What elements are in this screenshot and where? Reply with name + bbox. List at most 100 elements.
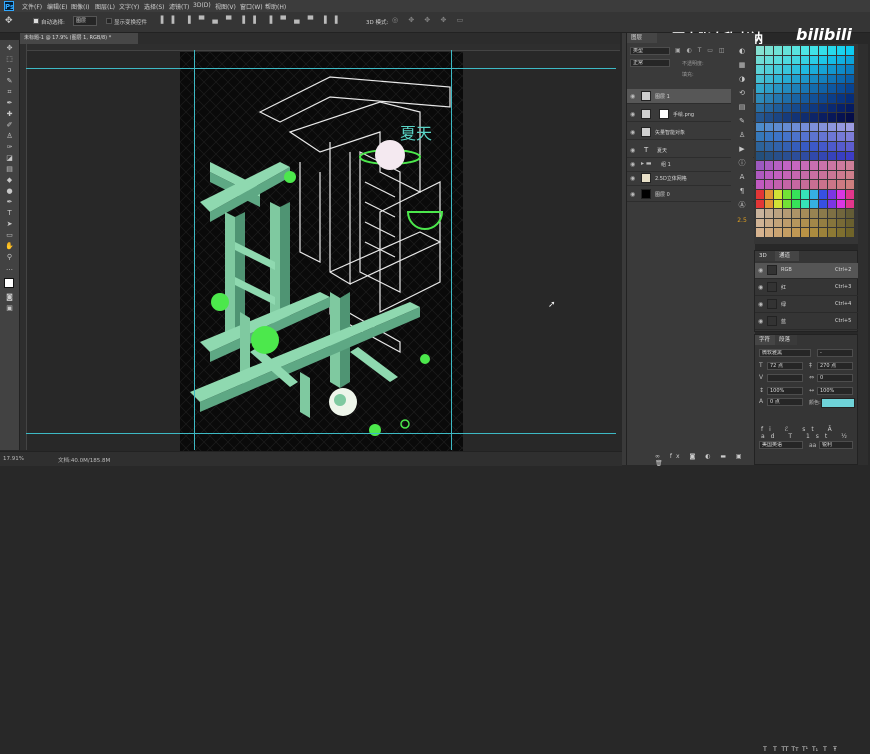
color-swatch[interactable] bbox=[756, 170, 764, 180]
color-swatch[interactable] bbox=[756, 46, 764, 55]
color-swatch[interactable] bbox=[765, 170, 773, 180]
menu-filter[interactable]: 滤镜(T) bbox=[169, 2, 189, 11]
color-swatch[interactable] bbox=[846, 103, 854, 113]
color-swatch[interactable] bbox=[774, 199, 782, 209]
color-swatch[interactable] bbox=[819, 151, 827, 161]
menu-type[interactable]: 文字(Y) bbox=[119, 2, 139, 11]
blend-mode-dropdown[interactable]: 正常 bbox=[630, 59, 670, 67]
color-swatch[interactable] bbox=[774, 122, 782, 132]
tab-paragraph[interactable]: 段落 bbox=[775, 335, 797, 345]
color-swatch[interactable] bbox=[792, 170, 800, 180]
color-swatch[interactable] bbox=[783, 180, 791, 189]
color-swatch[interactable] bbox=[837, 103, 845, 113]
color-swatch[interactable] bbox=[756, 199, 764, 209]
blur-tool-icon[interactable]: ◆ bbox=[4, 176, 15, 185]
right-scrollbar[interactable] bbox=[858, 44, 868, 465]
crop-tool-icon[interactable]: ⌗ bbox=[4, 88, 15, 97]
kerning-field[interactable] bbox=[767, 374, 803, 382]
character-panel-icon[interactable]: A bbox=[737, 172, 747, 182]
color-swatch[interactable] bbox=[819, 161, 827, 170]
color-swatch[interactable] bbox=[774, 170, 782, 180]
color-swatch[interactable] bbox=[801, 170, 809, 180]
color-swatch[interactable] bbox=[792, 46, 800, 55]
color-swatch[interactable] bbox=[837, 161, 845, 170]
color-swatch[interactable] bbox=[756, 161, 764, 170]
font-family-dropdown[interactable]: 微软雅黑 bbox=[759, 349, 811, 357]
color-swatch[interactable] bbox=[783, 132, 791, 141]
move-tool-icon[interactable]: ✥ bbox=[4, 44, 15, 53]
visibility-eye-icon[interactable]: ◉ bbox=[758, 267, 763, 274]
color-swatch[interactable] bbox=[783, 94, 791, 103]
color-swatch[interactable] bbox=[783, 190, 791, 199]
opentype-buttons[interactable]: fi ℰ st Ā ad T 1st ½ bbox=[761, 426, 857, 440]
color-swatch[interactable] bbox=[801, 218, 809, 228]
color-swatch[interactable] bbox=[846, 228, 854, 237]
color-swatch[interactable] bbox=[819, 74, 827, 84]
color-swatch[interactable] bbox=[792, 190, 800, 199]
show-transform-checkbox[interactable] bbox=[106, 18, 112, 24]
faux-italic-button[interactable]: T bbox=[771, 746, 779, 754]
foreground-color-swatch[interactable] bbox=[4, 278, 14, 288]
color-swatch[interactable] bbox=[846, 142, 854, 151]
tracking-field[interactable]: 0 bbox=[817, 374, 853, 382]
color-swatch[interactable] bbox=[792, 151, 800, 161]
color-swatch[interactable] bbox=[837, 55, 845, 65]
color-swatch[interactable] bbox=[783, 151, 791, 161]
color-swatch[interactable] bbox=[783, 142, 791, 151]
color-swatch[interactable] bbox=[756, 142, 764, 151]
align-icons[interactable]: ▐ ▌ ▐ ▀ ▄ ▀ ▐ ▌ ▐ ▀ ▄ ▀ ▐ ▌ bbox=[158, 16, 343, 24]
color-swatch[interactable] bbox=[783, 113, 791, 122]
pen-tool-icon[interactable]: ✒ bbox=[4, 198, 15, 207]
color-swatch[interactable] bbox=[756, 209, 764, 218]
color-swatch[interactable] bbox=[801, 190, 809, 199]
visibility-eye-icon[interactable]: ◉ bbox=[630, 191, 635, 198]
color-swatch[interactable] bbox=[810, 170, 818, 180]
color-swatch[interactable] bbox=[783, 84, 791, 93]
color-swatch[interactable] bbox=[828, 55, 836, 65]
color-swatch[interactable] bbox=[783, 74, 791, 84]
visibility-eye-icon[interactable]: ◉ bbox=[630, 175, 635, 182]
vertical-ruler[interactable] bbox=[20, 44, 27, 450]
guide-vertical[interactable] bbox=[451, 50, 452, 450]
color-swatch[interactable] bbox=[819, 142, 827, 151]
visibility-eye-icon[interactable]: ◉ bbox=[630, 111, 635, 118]
color-swatch[interactable] bbox=[828, 170, 836, 180]
vertical-scale-field[interactable]: 100% bbox=[767, 387, 803, 395]
color-swatch[interactable] bbox=[819, 228, 827, 237]
menu-window[interactable]: 窗口(W) bbox=[240, 2, 263, 11]
menu-file[interactable]: 文件(F) bbox=[22, 2, 42, 11]
color-swatch[interactable] bbox=[837, 132, 845, 141]
folder-icon[interactable]: ▸ ▬ bbox=[641, 160, 652, 167]
color-swatch[interactable] bbox=[846, 46, 854, 55]
color-swatch[interactable] bbox=[846, 170, 854, 180]
stamp-tool-icon[interactable]: ♙ bbox=[4, 132, 15, 141]
color-swatch[interactable] bbox=[837, 65, 845, 74]
visibility-eye-icon[interactable]: ◉ bbox=[758, 284, 763, 291]
menu-view[interactable]: 视图(V) bbox=[215, 2, 236, 11]
color-swatch[interactable] bbox=[756, 94, 764, 103]
color-swatch[interactable] bbox=[828, 199, 836, 209]
color-swatch[interactable] bbox=[792, 55, 800, 65]
color-swatch[interactable] bbox=[819, 103, 827, 113]
color-swatch[interactable] bbox=[837, 74, 845, 84]
menu-select[interactable]: 选择(S) bbox=[144, 2, 165, 11]
color-swatch[interactable] bbox=[837, 94, 845, 103]
move-tool-icon[interactable]: ✥ bbox=[5, 16, 13, 26]
color-swatch[interactable] bbox=[792, 142, 800, 151]
color-swatch[interactable] bbox=[828, 65, 836, 74]
color-swatch[interactable] bbox=[792, 94, 800, 103]
color-swatch[interactable] bbox=[810, 65, 818, 74]
brush-tool-icon[interactable]: ✐ bbox=[4, 121, 15, 130]
color-swatch[interactable] bbox=[837, 113, 845, 122]
text-color-swatch[interactable] bbox=[821, 398, 855, 408]
color-swatch[interactable] bbox=[774, 228, 782, 237]
dodge-tool-icon[interactable]: ● bbox=[4, 187, 15, 196]
color-swatch[interactable] bbox=[837, 84, 845, 93]
color-swatch[interactable] bbox=[765, 65, 773, 74]
font-style-dropdown[interactable]: - bbox=[817, 349, 853, 357]
color-swatch[interactable] bbox=[837, 209, 845, 218]
filter-icons[interactable]: ▣ ◐ T ▭ ◫ bbox=[675, 47, 727, 54]
color-swatch[interactable] bbox=[810, 209, 818, 218]
horizontal-ruler[interactable] bbox=[20, 44, 620, 51]
color-swatch[interactable] bbox=[774, 218, 782, 228]
